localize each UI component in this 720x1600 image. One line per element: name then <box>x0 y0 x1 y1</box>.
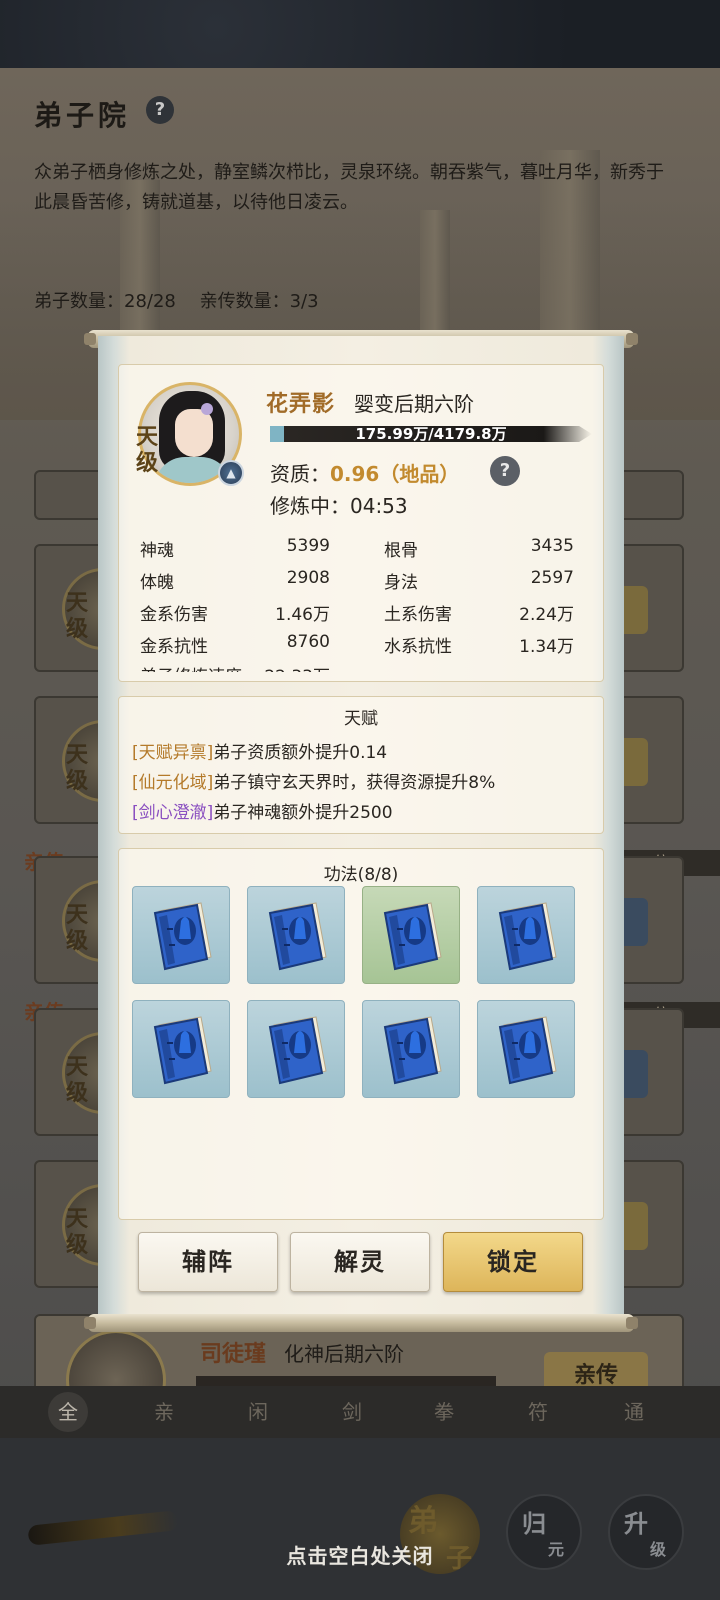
disciple-counts: 弟子数量：28/28 亲传数量：3/3 <box>34 287 337 313</box>
stat-name: 土系伤害 <box>384 605 452 625</box>
stat-value: 2908 <box>286 568 330 588</box>
filter-all[interactable]: 全 <box>48 1392 88 1432</box>
background-pillar <box>420 210 450 330</box>
stat-row: 体魄 2908 <box>140 564 330 594</box>
aptitude-help-icon[interactable]: ? <box>490 456 520 486</box>
direct-count: 亲传数量：3/3 <box>199 291 319 312</box>
skill-slot[interactable] <box>362 886 460 984</box>
grade-label: 天级 <box>66 902 89 954</box>
stat-value: 2597 <box>530 568 574 588</box>
stat-name: 水系抗性 <box>384 637 452 657</box>
cultivation-value: 175.99万/4179.8万 <box>355 425 507 443</box>
stat-value: 22.33万 <box>264 662 330 672</box>
disciple-realm: 化神后期六阶 <box>284 1342 404 1366</box>
talent-desc: 弟子镇守玄天界时，获得资源提升8% <box>213 773 496 793</box>
nav-disciple-char1: 弟 <box>408 1504 438 1539</box>
water-element-icon: ▲ <box>218 460 244 486</box>
release-spirit-button[interactable]: 解灵 <box>290 1232 430 1292</box>
close-hint[interactable]: 点击空白处关闭 <box>0 1540 720 1569</box>
skill-slot[interactable] <box>247 1000 345 1098</box>
nav-return-char1: 归 <box>522 1509 546 1538</box>
talent-desc: 弟子神魂额外提升2500 <box>213 803 393 823</box>
help-icon[interactable]: ? <box>146 96 174 124</box>
stat-row: 金系抗性 8760 <box>140 628 330 658</box>
assist-formation-button[interactable]: 辅阵 <box>138 1232 278 1292</box>
filter-general[interactable]: 通 <box>614 1392 654 1432</box>
stat-name: 根骨 <box>384 541 418 561</box>
stat-value: 1.46万 <box>275 605 330 625</box>
stat-row: 根骨 3435 <box>384 532 574 562</box>
skill-slot[interactable] <box>132 886 230 984</box>
filter-direct[interactable]: 亲 <box>144 1392 184 1432</box>
skill-slot[interactable] <box>477 886 575 984</box>
grade-label: 天级 <box>66 742 89 794</box>
disciple-count: 弟子数量：28/28 <box>34 291 176 312</box>
stat-row: 水系抗性 1.34万 <box>384 628 574 658</box>
talent-item: [天赋异禀]弟子资质额外提升0.14 <box>132 738 387 763</box>
grade-label: 天级 <box>66 590 89 642</box>
lock-button[interactable]: 锁定 <box>443 1232 583 1292</box>
stat-name: 神魂 <box>140 541 174 561</box>
stat-name: 金系抗性 <box>140 637 208 657</box>
stat-value: 5399 <box>286 536 330 556</box>
filter-bar: 全 亲 闲 剑 拳 符 通 <box>0 1386 720 1438</box>
page-description: 众弟子栖身修炼之处，静室鳞次栉比，灵泉环绕。朝吞紫气，暮吐月华，新秀于此晨昏苦修… <box>34 162 664 213</box>
filter-sword[interactable]: 剑 <box>332 1392 372 1432</box>
grade-label: 天级 <box>66 1054 89 1106</box>
stat-value: 3435 <box>530 536 574 556</box>
disciple-name: 花弄影 <box>266 391 336 417</box>
stat-row: 弟子修炼速度 22.33万 <box>140 658 330 672</box>
talent-item: [仙元化域]弟子镇守玄天界时，获得资源提升8% <box>132 768 495 793</box>
aptitude-label: 资质： <box>270 462 330 486</box>
stat-value: 2.24万 <box>519 605 574 625</box>
talent-name: [天赋异禀] <box>132 743 214 763</box>
stat-row: 神魂 5399 <box>140 532 330 562</box>
stat-row: 身法 2597 <box>384 564 574 594</box>
filter-talisman[interactable]: 符 <box>518 1392 558 1432</box>
nav-upgrade-char1: 升 <box>624 1509 648 1538</box>
stat-name: 弟子修炼速度 <box>140 662 242 672</box>
scroll-bottom-rod <box>84 1314 638 1332</box>
skill-slot[interactable] <box>362 1000 460 1098</box>
skills-title: 功法(8/8) <box>323 865 399 885</box>
stat-name: 身法 <box>384 573 418 593</box>
stat-row: 土系伤害 2.24万 <box>384 596 574 626</box>
top-banner <box>0 0 720 68</box>
page-title: 弟子院 <box>34 99 131 132</box>
stat-value: 1.34万 <box>519 637 574 657</box>
stat-value: 8760 <box>286 632 330 652</box>
aptitude-value: 0.96（地品） <box>330 462 460 486</box>
talent-item: [剑心澄澈]弟子神魂额外提升2500 <box>132 798 393 823</box>
grade-label: 天级 <box>136 424 159 476</box>
skill-slot[interactable] <box>132 1000 230 1098</box>
skill-slot[interactable] <box>247 886 345 984</box>
talent-desc: 弟子资质额外提升0.14 <box>213 743 388 763</box>
filter-fist[interactable]: 拳 <box>424 1392 464 1432</box>
disciple-name: 司徒瑾 <box>200 1341 267 1367</box>
stats-list[interactable]: 神魂 5399 根骨 3435 体魄 2908 身法 2597 金系伤害 1.46万 土系… <box>140 532 580 672</box>
talent-name: [剑心澄澈] <box>132 803 214 823</box>
stat-name: 体魄 <box>140 573 174 593</box>
stat-row: 金系伤害 1.46万 <box>140 596 330 626</box>
skill-slot[interactable] <box>477 1000 575 1098</box>
stat-name: 金系伤害 <box>140 605 208 625</box>
talent-name: [仙元化域] <box>132 773 214 793</box>
aptitude: 资质：0.96（地品） <box>270 458 459 487</box>
grade-label: 天级 <box>66 1206 89 1258</box>
training-status: 修炼中：04:53 <box>270 494 408 518</box>
disciple-realm: 婴变后期六阶 <box>354 392 474 416</box>
talent-title: 天赋 <box>344 709 378 729</box>
filter-idle[interactable]: 闲 <box>238 1392 278 1432</box>
